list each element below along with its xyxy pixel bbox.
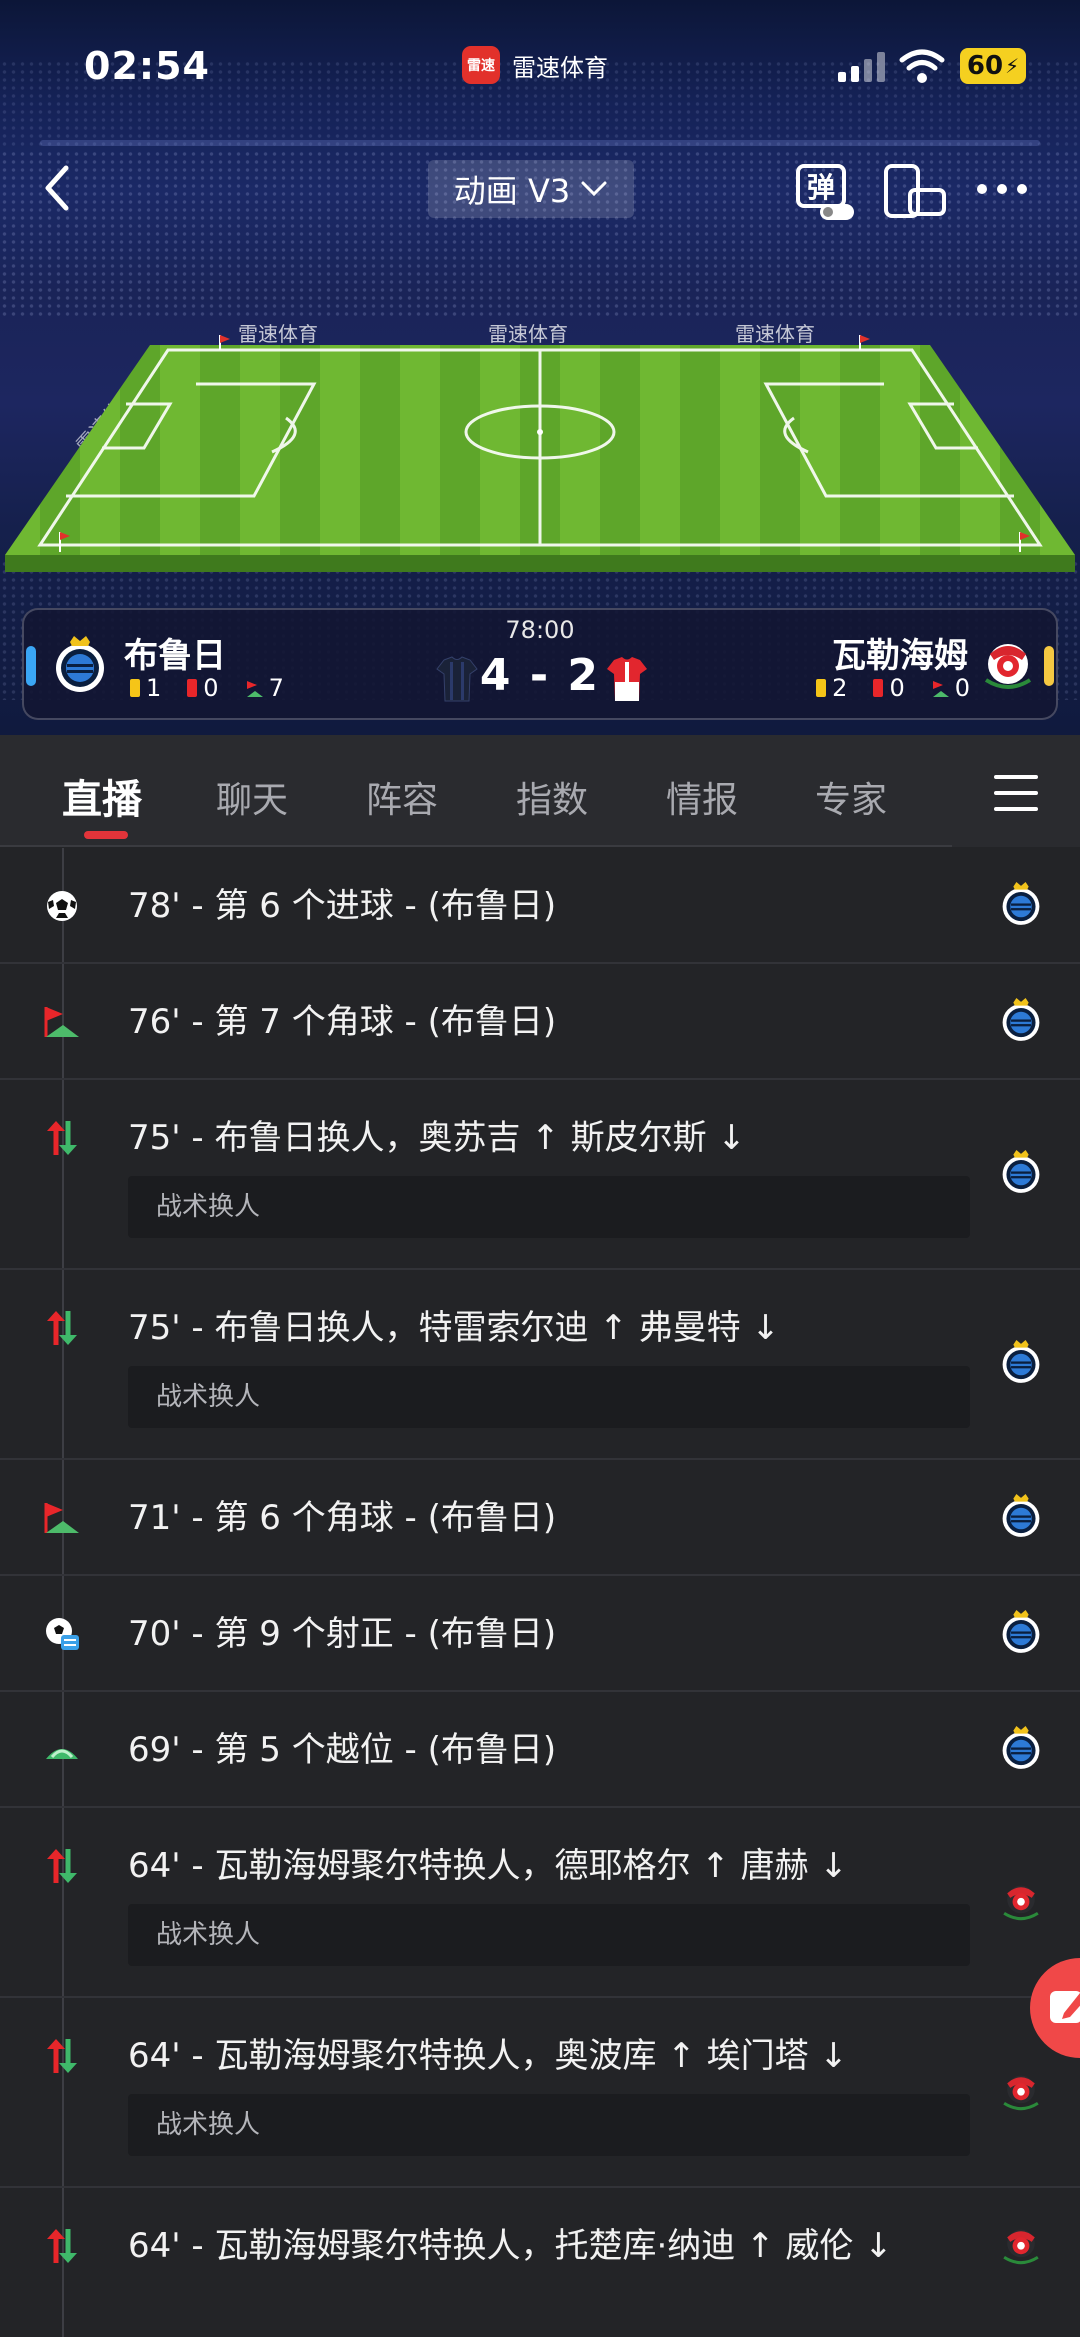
animation-mode-select[interactable]: 动画 V3: [428, 160, 634, 218]
club-brugge-logo: [998, 996, 1044, 1046]
event-text: 64' - 瓦勒海姆聚尔特换人，托楚库·纳迪 ↑ 威伦 ↓: [128, 2226, 893, 2266]
away-team-name: 瓦勒海姆: [832, 636, 968, 676]
goal-icon: [42, 886, 82, 926]
zulte-waregem-logo: [984, 644, 1032, 689]
event-row: 69' - 第 5 个越位 - (布鲁日): [0, 1692, 1080, 1808]
club-brugge-logo: [998, 1338, 1044, 1388]
yellow-card-icon: [816, 679, 827, 697]
event-row: 75' - 布鲁日换人，特雷索尔迪 ↑ 弗曼特 ↓ 战术换人: [0, 1270, 1080, 1460]
event-note: 战术换人: [128, 1176, 970, 1238]
status-bar: 02:54 雷速 雷速体育 60 ⚡: [0, 0, 1080, 140]
event-row: 64' - 瓦勒海姆聚尔特换人，德耶格尔 ↑ 唐赫 ↓ 战术换人: [0, 1808, 1080, 1998]
tab-live[interactable]: 直播: [62, 767, 142, 825]
event-text: 75' - 布鲁日换人，奥苏吉 ↑ 斯皮尔斯 ↓: [128, 1118, 746, 1158]
substitution-icon: [42, 1846, 82, 1886]
battery-indicator: 60 ⚡: [960, 48, 1026, 84]
app-indicator: 雷速 雷速体育: [462, 46, 608, 84]
red-card-icon: [873, 679, 884, 697]
club-brugge-logo: [998, 1492, 1044, 1542]
zulte-waregem-logo: [998, 1876, 1044, 1926]
toggle-switch-icon: [820, 204, 854, 220]
cellular-signal-icon: [838, 52, 885, 82]
corner-flag-icon: [932, 681, 949, 697]
animation-mode-label: 动画 V3: [453, 172, 571, 210]
club-brugge-logo: [998, 1148, 1044, 1198]
app-name: 雷速体育: [512, 53, 608, 82]
club-brugge-logo: [998, 1724, 1044, 1774]
substitution-icon: [42, 2226, 82, 2266]
tab-chat[interactable]: 聊天: [216, 771, 288, 823]
status-time: 02:54: [84, 44, 210, 88]
tab-intel[interactable]: 情报: [666, 771, 738, 823]
stadium-light: [40, 140, 1040, 146]
offside-icon: [42, 1730, 82, 1770]
rotate-screen-icon[interactable]: [882, 162, 948, 220]
event-text: 70' - 第 9 个射正 - (布鲁日): [128, 1614, 557, 1654]
app-icon: 雷速: [462, 46, 500, 84]
edit-icon: [1050, 1991, 1080, 2023]
substitution-icon: [42, 1308, 82, 1348]
scoreboard: 布鲁日 1 0 7 78:00 4 - 2 瓦勒海姆 2 0 0: [22, 608, 1058, 720]
event-text: 75' - 布鲁日换人，特雷索尔迪 ↑ 弗曼特 ↓: [128, 1308, 780, 1348]
event-note: 战术换人: [128, 2094, 970, 2156]
tab-odds[interactable]: 指数: [516, 771, 588, 823]
back-icon[interactable]: [38, 160, 78, 216]
danmu-label: 弹: [796, 164, 846, 208]
event-text: 64' - 瓦勒海姆聚尔特换人，奥波库 ↑ 埃门塔 ↓: [128, 2036, 848, 2076]
match-animation-panel: 雷速体育 雷速体育 雷速体育 雷速体育 雷速体育: [0, 0, 1080, 735]
tab-lineup[interactable]: 阵容: [366, 771, 438, 823]
event-text: 64' - 瓦勒海姆聚尔特换人，德耶格尔 ↑ 唐赫 ↓: [128, 1846, 848, 1886]
wifi-icon: [899, 49, 945, 83]
substitution-icon: [42, 1118, 82, 1158]
charging-bolt-icon: ⚡: [1005, 54, 1020, 78]
event-row: 70' - 第 9 个射正 - (布鲁日): [0, 1576, 1080, 1692]
menu-icon[interactable]: [992, 773, 1040, 813]
corner-icon: [42, 1498, 82, 1538]
zulte-waregem-logo: [998, 2220, 1044, 2270]
active-tab-indicator: [84, 831, 128, 839]
chevron-down-icon: [581, 181, 607, 197]
event-text: 69' - 第 5 个越位 - (布鲁日): [128, 1730, 557, 1770]
event-row: 64' - 瓦勒海姆聚尔特换人，托楚库·纳迪 ↑ 威伦 ↓: [0, 2188, 1080, 2337]
shot-on-target-icon: [42, 1614, 82, 1654]
tab-bar: 直播 聊天 阵容 指数 情报 专家: [0, 735, 1080, 847]
event-row: 75' - 布鲁日换人，奥苏吉 ↑ 斯皮尔斯 ↓ 战术换人: [0, 1080, 1080, 1270]
danmu-toggle[interactable]: 弹: [792, 160, 854, 220]
event-row: 76' - 第 7 个角球 - (布鲁日): [0, 964, 1080, 1080]
event-text: 78' - 第 6 个进球 - (布鲁日): [128, 886, 557, 926]
away-kit-icon: [607, 657, 647, 701]
club-brugge-logo: [998, 1608, 1044, 1658]
away-red-count: 0: [889, 674, 905, 702]
event-text: 76' - 第 7 个角球 - (布鲁日): [128, 1002, 557, 1042]
event-note: 战术换人: [128, 1904, 970, 1966]
live-events-list: 78' - 第 6 个进球 - (布鲁日) 76' - 第 7 个角球 - (布鲁…: [0, 848, 1080, 2337]
away-team-stats: 2 0 0: [816, 674, 970, 702]
event-row: 78' - 第 6 个进球 - (布鲁日): [0, 848, 1080, 964]
zulte-waregem-logo: [998, 2066, 1044, 2116]
event-text: 71' - 第 6 个角球 - (布鲁日): [128, 1498, 557, 1538]
club-brugge-logo: [998, 880, 1044, 930]
tab-divider: [0, 845, 952, 847]
away-yellow-count: 2: [832, 674, 848, 702]
event-note: 战术换人: [128, 1366, 970, 1428]
more-options-icon[interactable]: [974, 174, 1030, 204]
football-pitch: [5, 335, 1075, 572]
event-row: 64' - 瓦勒海姆聚尔特换人，奥波库 ↑ 埃门塔 ↓ 战术换人: [0, 1998, 1080, 2188]
corner-icon: [42, 1002, 82, 1042]
away-corner-count: 0: [954, 674, 970, 702]
substitution-icon: [42, 2036, 82, 2076]
event-row: 71' - 第 6 个角球 - (布鲁日): [0, 1460, 1080, 1576]
tab-expert[interactable]: 专家: [815, 771, 887, 823]
away-color-bar: [1044, 646, 1054, 686]
